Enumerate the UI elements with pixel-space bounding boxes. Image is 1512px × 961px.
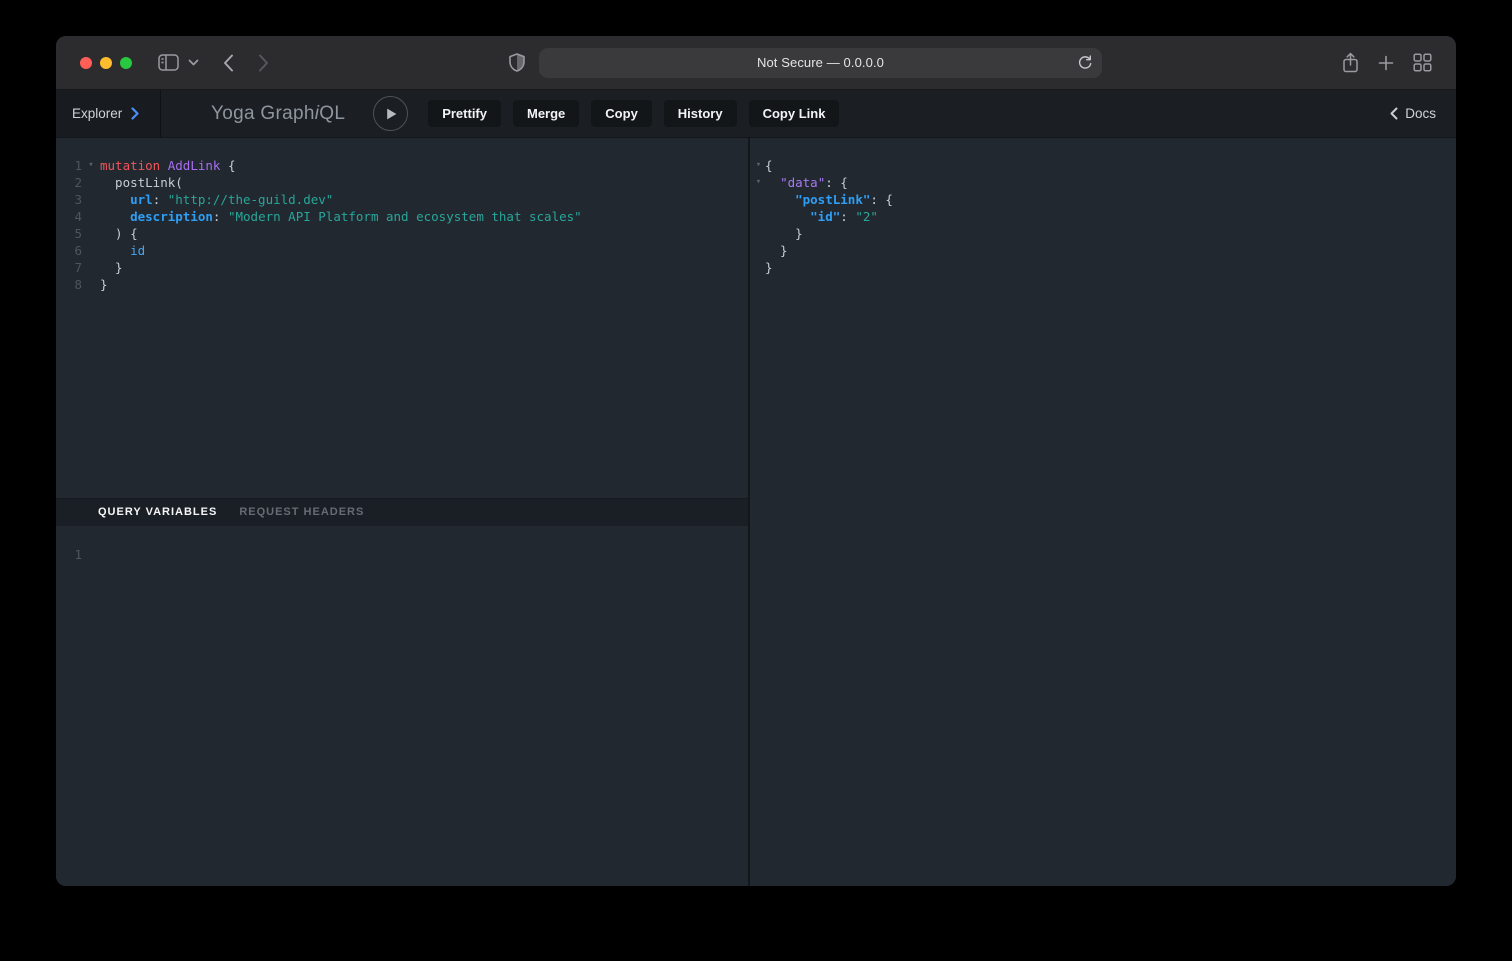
fold-gutter	[82, 276, 100, 293]
new-tab-button[interactable]	[1378, 55, 1394, 71]
sidebar-toggle-button[interactable]	[158, 54, 179, 71]
fold-gutter	[752, 259, 765, 276]
line-number: 6	[56, 242, 82, 259]
traffic-light-close[interactable]	[80, 57, 92, 69]
line-number: 4	[56, 208, 82, 225]
fold-arrow-icon[interactable]: ▾	[82, 157, 100, 174]
fold-gutter	[82, 225, 100, 242]
code-line: 4 description: "Modern API Platform and …	[56, 208, 748, 225]
line-number: 5	[56, 225, 82, 242]
variables-editor[interactable]: 1	[56, 526, 748, 887]
code-text: "id": "2"	[765, 208, 878, 225]
browser-titlebar: Not Secure — 0.0.0.0	[56, 36, 1456, 90]
address-bar[interactable]: Not Secure — 0.0.0.0	[539, 48, 1102, 78]
history-button[interactable]: History	[664, 100, 737, 127]
explorer-toggle[interactable]: Explorer	[56, 90, 161, 137]
play-icon	[384, 107, 398, 121]
line-number: 1	[56, 157, 82, 174]
result-viewer[interactable]: ▾{▾ "data": { "postLink": { "id": "2" } …	[750, 138, 1456, 886]
copy-link-button[interactable]: Copy Link	[749, 100, 840, 127]
variables-tabbar: QUERY VARIABLES REQUEST HEADERS	[56, 498, 748, 526]
code-text: "postLink": {	[765, 191, 893, 208]
code-line: 1▾mutation AddLink {	[56, 157, 748, 174]
code-text: description: "Modern API Platform and ec…	[100, 208, 582, 225]
line-number: 1	[56, 546, 82, 563]
explorer-label: Explorer	[72, 106, 122, 121]
code-text: }	[765, 225, 803, 242]
code-text: }	[765, 242, 788, 259]
code-line: 3 url: "http://the-guild.dev"	[56, 191, 748, 208]
fold-arrow-icon[interactable]: ▾	[752, 174, 765, 191]
tab-request-headers[interactable]: REQUEST HEADERS	[239, 506, 364, 518]
app-logo: Yoga GraphiQL	[211, 103, 345, 125]
code-text: {	[765, 157, 773, 174]
execute-button[interactable]	[373, 96, 408, 131]
prettify-button[interactable]: Prettify	[428, 100, 501, 127]
docs-label: Docs	[1405, 106, 1436, 121]
fold-arrow-icon[interactable]: ▾	[752, 157, 765, 174]
toolbar-buttons: Prettify Merge Copy History Copy Link	[428, 100, 839, 127]
line-number: 3	[56, 191, 82, 208]
fold-gutter	[82, 242, 100, 259]
code-line: 5 ) {	[56, 225, 748, 242]
line-number: 2	[56, 174, 82, 191]
code-line: }	[752, 259, 1456, 276]
code-line: "postLink": {	[752, 191, 1456, 208]
chevron-down-icon[interactable]	[188, 59, 199, 66]
fold-gutter	[752, 191, 765, 208]
privacy-shield-icon[interactable]	[509, 53, 525, 72]
fold-gutter	[82, 174, 100, 191]
code-text: mutation AddLink {	[100, 157, 236, 174]
copy-button[interactable]: Copy	[591, 100, 652, 127]
query-editor[interactable]: 1▾mutation AddLink {2 postLink(3 url: "h…	[56, 138, 748, 498]
code-line: }	[752, 242, 1456, 259]
code-text: url: "http://the-guild.dev"	[100, 191, 333, 208]
traffic-light-zoom[interactable]	[120, 57, 132, 69]
code-line: 1	[56, 546, 748, 563]
reload-button[interactable]	[1076, 54, 1094, 72]
forward-button[interactable]	[258, 54, 269, 72]
code-text: }	[100, 259, 123, 276]
code-text: }	[100, 276, 108, 293]
merge-button[interactable]: Merge	[513, 100, 579, 127]
address-text: Not Secure — 0.0.0.0	[757, 55, 884, 70]
left-pane: 1▾mutation AddLink {2 postLink(3 url: "h…	[56, 138, 748, 886]
docs-button[interactable]: Docs	[1390, 106, 1436, 121]
code-text: }	[765, 259, 773, 276]
code-text: id	[100, 242, 145, 259]
traffic-light-minimize[interactable]	[100, 57, 112, 69]
fold-gutter	[82, 191, 100, 208]
traffic-lights	[80, 57, 132, 69]
back-button[interactable]	[223, 54, 234, 72]
code-line: 2 postLink(	[56, 174, 748, 191]
code-text: postLink(	[100, 174, 183, 191]
code-line: ▾{	[752, 157, 1456, 174]
fold-gutter	[752, 208, 765, 225]
code-line: 7 }	[56, 259, 748, 276]
fold-gutter	[82, 208, 100, 225]
code-text: ) {	[100, 225, 138, 242]
code-text: "data": {	[765, 174, 848, 191]
code-line: "id": "2"	[752, 208, 1456, 225]
chevron-left-icon	[1390, 107, 1398, 120]
code-line: }	[752, 225, 1456, 242]
code-line: 6 id	[56, 242, 748, 259]
fold-gutter	[752, 225, 765, 242]
fold-gutter	[82, 259, 100, 276]
main-area: 1▾mutation AddLink {2 postLink(3 url: "h…	[56, 138, 1456, 886]
tab-overview-button[interactable]	[1413, 53, 1432, 72]
browser-window: Not Secure — 0.0.0.0	[56, 36, 1456, 886]
fold-gutter	[752, 242, 765, 259]
code-line: 8}	[56, 276, 748, 293]
line-number: 8	[56, 276, 82, 293]
share-button[interactable]	[1342, 52, 1359, 73]
code-line: ▾ "data": {	[752, 174, 1456, 191]
tab-query-variables[interactable]: QUERY VARIABLES	[98, 506, 217, 518]
chevron-right-icon	[131, 107, 139, 120]
graphiql-topbar: Explorer Yoga GraphiQL Prettify Merge Co…	[56, 90, 1456, 138]
line-number: 7	[56, 259, 82, 276]
